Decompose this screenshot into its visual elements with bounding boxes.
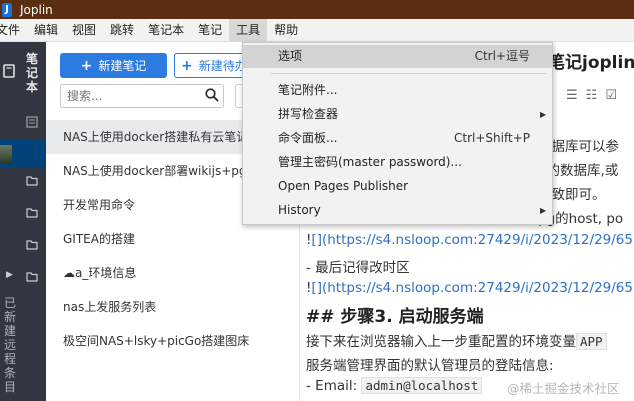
search-input[interactable] xyxy=(60,84,224,108)
menu-item-options[interactable]: 选项 Ctrl+逗号 xyxy=(243,45,552,68)
plus-icon: + xyxy=(181,57,193,74)
menu-item-master-password[interactable]: 管理主密码(master password)... xyxy=(243,151,552,174)
image-link-line: ![](https://s4.nsloop.com:27429/i/2023/1… xyxy=(306,232,634,248)
image-link-line: ![](https://s4.nsloop.com:27429/i/2023/1… xyxy=(306,280,634,296)
image-url[interactable]: (https://s4.nsloop.com:27429/i/2023/12/2… xyxy=(322,280,634,296)
all-notes-icon[interactable] xyxy=(26,116,38,131)
menu-tools[interactable]: 工具 xyxy=(229,18,268,42)
menu-item-open-pages-publisher[interactable]: Open Pages Publisher xyxy=(243,175,552,198)
menu-go[interactable]: 跳转 xyxy=(103,19,141,42)
menu-item-note-attachments[interactable]: 笔记附件... xyxy=(243,79,552,102)
note-item[interactable]: nas上发服务列表 xyxy=(46,290,300,324)
image-link[interactable]: [] xyxy=(311,280,322,296)
editor-paragraph-line: 服务端管理界面的默认管理员的登陆信息: xyxy=(306,358,554,374)
editor-bullet-line: - 最后记得改时区 xyxy=(306,260,410,276)
editor-email-line: - Email: admin@localhost xyxy=(306,377,483,394)
folder-icon[interactable] xyxy=(26,239,38,253)
new-todo-label: 新建待办 xyxy=(198,59,247,73)
email-label: - Email: xyxy=(306,378,362,394)
title-bar: J Joplin xyxy=(0,0,634,19)
submenu-arrow-icon: ▶ xyxy=(540,206,547,215)
menu-notebook[interactable]: 笔记本 xyxy=(141,19,191,42)
notebook-thumbnail-icon xyxy=(0,145,12,163)
menu-item-command-palette[interactable]: 命令面板... Ctrl+Shift+P xyxy=(243,127,552,150)
menu-help[interactable]: 帮助 xyxy=(267,19,305,42)
window-title: Joplin xyxy=(20,2,53,17)
folder-icon[interactable] xyxy=(26,175,38,189)
menu-note[interactable]: 笔记 xyxy=(191,19,229,42)
note-item[interactable]: 极空间NAS+lsky+picGo搭建图床 xyxy=(46,324,300,358)
bullet-list-icon[interactable]: ☰ xyxy=(566,88,586,103)
menu-file[interactable]: 文件 xyxy=(0,19,27,42)
menu-item-history[interactable]: History ▶ xyxy=(243,199,552,222)
folder-icon[interactable] xyxy=(26,271,38,285)
new-note-label: 新建笔记 xyxy=(98,59,147,73)
editor-paragraph-line: 接下来在浏览器输入上一步重配置的环境变量 APP xyxy=(306,330,607,350)
folder-icon[interactable] xyxy=(26,207,38,221)
numbered-list-icon[interactable]: ☷ xyxy=(586,88,606,103)
menu-bar: 文件 编辑 视图 跳转 笔记本 笔记 工具 帮助 xyxy=(0,18,634,42)
note-item[interactable]: ☁a_环境信息 xyxy=(46,256,300,290)
menu-edit[interactable]: 编辑 xyxy=(27,19,65,42)
submenu-arrow-icon: ▶ xyxy=(540,110,547,119)
inline-code: admin@localhost xyxy=(361,377,483,394)
watermark: @稀土掘金技术社区 xyxy=(507,381,620,396)
image-url[interactable]: (https://s4.nsloop.com:27429/i/2023/12/2… xyxy=(322,232,634,248)
note-title[interactable]: 笔记joplin: xyxy=(548,48,634,73)
paragraph-text: 接下来在浏览器输入上一步重配置的环境变量 xyxy=(306,334,576,350)
tools-menu-dropdown: 选项 Ctrl+逗号 笔记附件... 拼写检查器 ▶ 命令面板... Ctrl+… xyxy=(242,42,553,225)
sidebar: 笔记本 ▶ 已新建远程条目 xyxy=(0,42,46,401)
menu-separator xyxy=(271,73,546,74)
plus-icon: + xyxy=(80,57,93,74)
inline-code: APP xyxy=(576,333,607,350)
sidebar-notebooks-header[interactable]: 笔记本 xyxy=(26,52,40,94)
editor-toolbar: ☰☷☑ xyxy=(566,88,625,103)
note-item[interactable]: GITEA的搭建 xyxy=(46,222,300,256)
expand-arrow-icon[interactable]: ▶ xyxy=(6,270,13,280)
editor-heading: ## 步骤3. 启动服务端 xyxy=(306,307,484,327)
search-icon[interactable] xyxy=(205,88,219,102)
menu-item-spell-checker[interactable]: 拼写检查器 ▶ xyxy=(243,103,552,126)
joplin-logo-icon: J xyxy=(2,2,12,17)
menu-view[interactable]: 视图 xyxy=(65,19,103,42)
notebook-icon xyxy=(3,64,15,81)
sidebar-sync-status: 已新建远程条目 xyxy=(4,296,17,394)
checklist-icon[interactable]: ☑ xyxy=(605,88,625,103)
new-note-button[interactable]: + 新建笔记 xyxy=(60,53,167,78)
image-link[interactable]: [] xyxy=(311,232,322,248)
